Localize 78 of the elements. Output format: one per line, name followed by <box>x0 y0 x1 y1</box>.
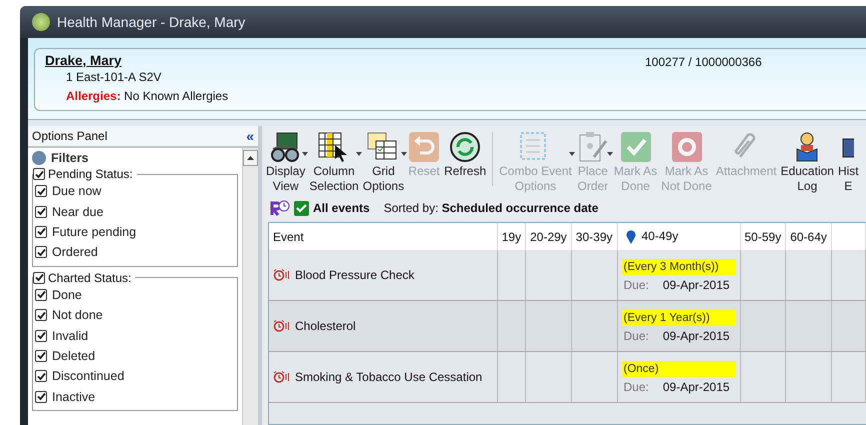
filter-label: Done <box>52 288 82 302</box>
refresh-icon <box>449 131 482 163</box>
checkbox[interactable] <box>35 288 47 301</box>
alarm-clock-icon <box>273 320 290 332</box>
allergies-text: Allergies: No Known Allergies <box>65 88 230 105</box>
event-name[interactable]: Cholesterol <box>295 319 356 333</box>
filter-label: Not done <box>52 308 103 322</box>
due-date: 09-Apr-2015 <box>662 380 730 394</box>
filter-label: Invalid <box>52 328 88 343</box>
due-date: 09-Apr-2015 <box>662 328 730 342</box>
sort-text: Sorted by: Scheduled occurrence date <box>384 201 598 215</box>
checkbox[interactable] <box>35 370 47 382</box>
due-date: 09-Apr-2015 <box>662 278 730 292</box>
checkbox[interactable] <box>35 246 47 258</box>
checkbox[interactable] <box>35 185 47 198</box>
checkbox[interactable] <box>294 200 309 216</box>
toolbar-button[interactable]: Hist E <box>836 130 861 196</box>
event-name[interactable]: Smoking & Tobacco Use Cessation <box>295 370 482 384</box>
checkbox[interactable] <box>35 330 47 342</box>
all-events-label: All events <box>313 201 370 215</box>
checkbox[interactable] <box>33 272 45 284</box>
caret-icon <box>302 152 308 156</box>
panel-title: Options Panel <box>32 129 108 143</box>
caret-icon <box>606 152 613 156</box>
map-pin-icon <box>626 230 636 244</box>
frequency-label: (Every 3 Month(s)) <box>622 258 736 274</box>
checkmark-icon <box>620 131 652 163</box>
checkbox[interactable] <box>35 350 47 362</box>
toolbar-button[interactable]: Refresh <box>442 130 488 196</box>
alarm-clock-icon <box>273 269 290 281</box>
up-arrow-icon <box>247 156 254 160</box>
column-header[interactable]: 30-39y <box>571 223 617 250</box>
scrollbar[interactable] <box>242 148 258 425</box>
filter-label: Inactive <box>52 390 96 404</box>
group-label: Charted Status: <box>48 270 132 285</box>
caret-icon <box>568 152 575 156</box>
checkbox[interactable] <box>35 226 47 238</box>
due-label: Due: <box>624 328 649 342</box>
patient-name[interactable]: Drake, Mary <box>45 53 645 68</box>
window-title: Health Manager - Drake, Mary <box>57 14 246 30</box>
toolbar-button[interactable]: Grid Options <box>360 130 406 196</box>
filter-label: Deleted <box>52 348 96 363</box>
alarm-clock-icon <box>273 371 290 383</box>
toolbar-button[interactable]: Education Log <box>778 130 836 196</box>
due-label: Due: <box>624 278 649 292</box>
toolbar-button[interactable]: Display View <box>264 130 308 196</box>
filter-label: Near due <box>52 204 104 219</box>
event-name[interactable]: Blood Pressure Check <box>295 268 414 282</box>
clock-r-icon <box>270 200 290 216</box>
due-label: Due: <box>624 380 649 394</box>
column-header[interactable]: 20-29y <box>526 223 572 250</box>
column-header[interactable]: Event <box>269 223 498 250</box>
filter-label: Due now <box>52 184 102 198</box>
checkbox[interactable] <box>33 168 45 180</box>
caret-icon <box>356 152 362 156</box>
section-title: Filters <box>51 151 89 165</box>
filter-label: Future pending <box>52 224 136 239</box>
collapse-button[interactable]: « <box>246 128 254 144</box>
column-header[interactable]: 50-59y <box>740 223 786 250</box>
patient-ids: 100277 / 1000000366 <box>645 54 763 71</box>
toolbar-button[interactable]: Column Selection <box>307 130 361 196</box>
undo-icon <box>408 131 440 163</box>
column-header[interactable]: 60-64y <box>786 223 832 250</box>
filter-label: Discontinued <box>52 369 124 384</box>
caret-icon <box>401 152 408 156</box>
checkbox[interactable] <box>35 309 47 322</box>
checkbox[interactable] <box>35 390 47 403</box>
scroll-up-button[interactable] <box>243 150 258 166</box>
column-header[interactable]: 40-49y <box>617 223 740 250</box>
patient-location: 1 East-101-A S2V <box>65 69 162 86</box>
column-header[interactable]: 19y <box>497 223 526 250</box>
filter-label: Ordered <box>52 245 98 260</box>
frequency-label: (Once) <box>622 360 736 376</box>
expander-icon[interactable] <box>32 151 46 165</box>
app-logo-icon <box>32 13 50 31</box>
frequency-label: (Every 1 Year(s)) <box>622 310 736 326</box>
group-label: Pending Status: <box>48 167 133 181</box>
checkbox[interactable] <box>35 206 47 218</box>
